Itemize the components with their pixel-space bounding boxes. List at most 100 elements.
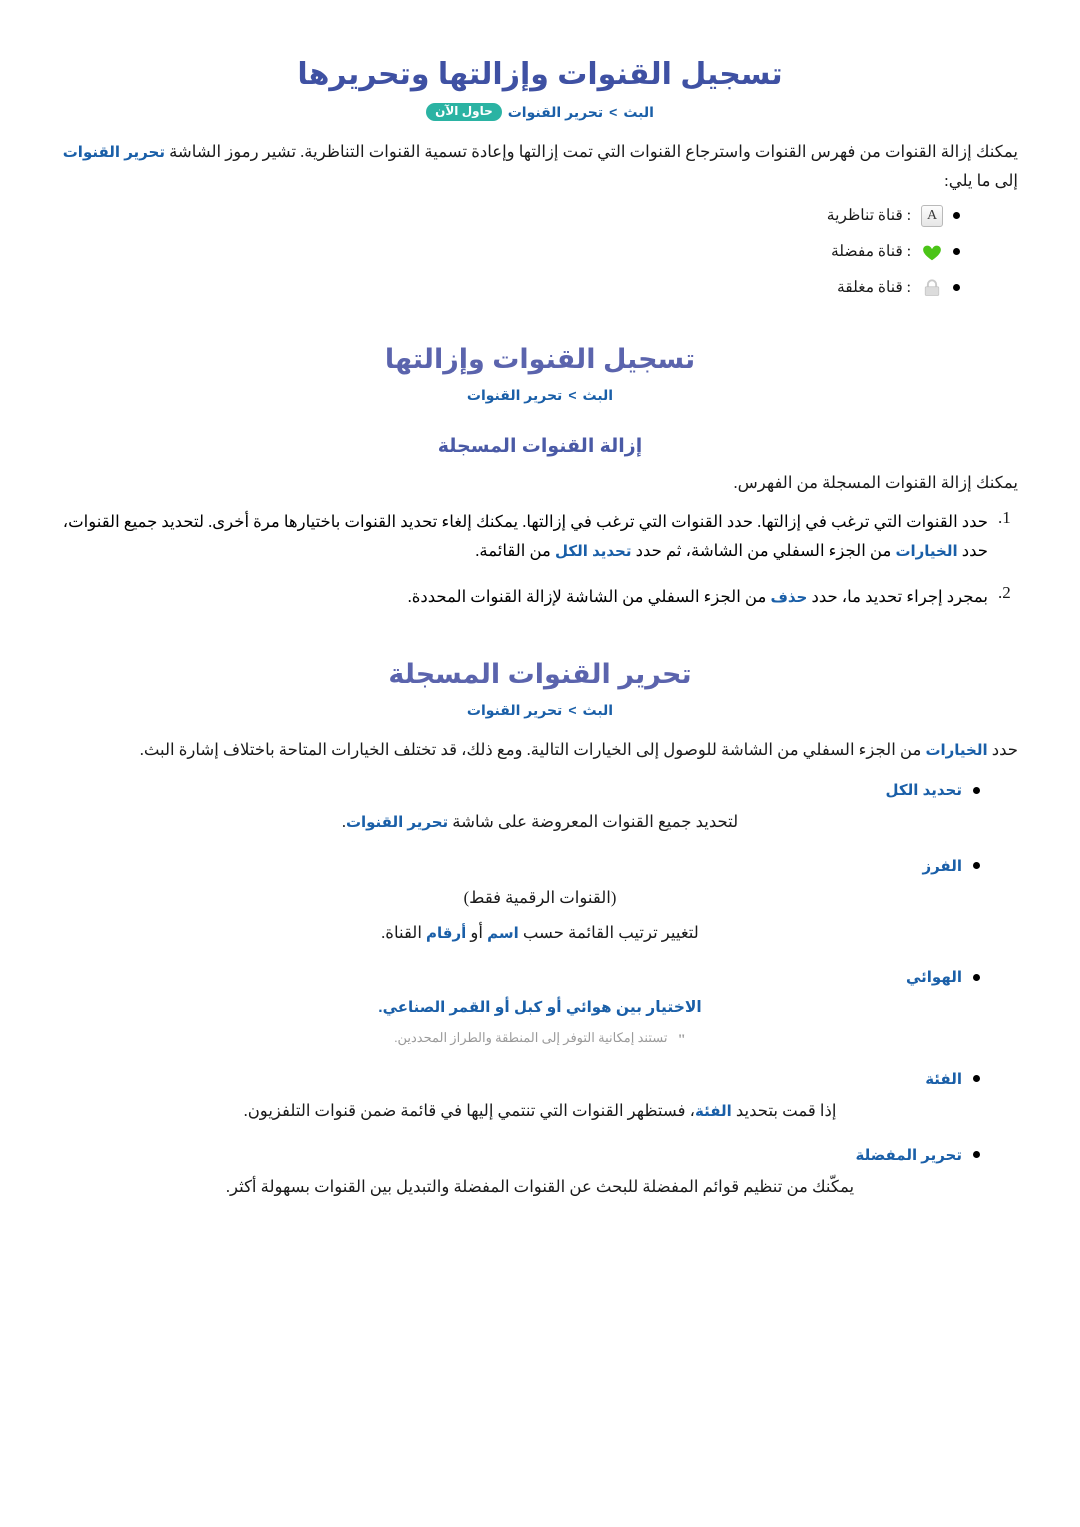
option-antenna[interactable]: الهوائي — [62, 968, 1018, 986]
step1-options-link[interactable]: الخيارات — [895, 543, 957, 560]
option-desc-a: إذا قمت بتحديد — [735, 1100, 837, 1120]
list-item: : قناة مفضلة — [62, 241, 1018, 263]
breadcrumb-root[interactable]: البث — [623, 103, 654, 123]
option-desc-link-cable[interactable]: كبل — [514, 999, 542, 1016]
locked-channel-icon — [921, 277, 943, 299]
gap — [62, 405, 1018, 435]
try-now-badge[interactable]: حاول الآن — [426, 103, 502, 122]
breadcrumb-leaf[interactable]: تحرير القنوات — [508, 103, 603, 123]
breadcrumb-section3: البث > تحرير القنوات — [62, 701, 1018, 721]
section3-lead-a: حدد — [991, 740, 1018, 760]
section3-options-link[interactable]: الخيارات — [925, 742, 987, 759]
list-item: 1. حدد القنوات التي ترغب في إزالتها. حدد… — [62, 507, 1018, 566]
option-sort[interactable]: الفرز — [62, 857, 1018, 875]
favorite-channel-label: : قناة مفضلة — [830, 243, 911, 261]
option-label[interactable]: الفئة — [925, 1070, 962, 1088]
section1-intro-before: يمكنك إزالة القنوات من فهرس القنوات واست… — [169, 142, 1018, 162]
list-item: الفرز (القنوات الرقمية فقط) لتغيير ترتيب… — [62, 857, 1018, 948]
gap — [62, 122, 1018, 138]
gap — [62, 720, 1018, 736]
option-description: إذا قمت بتحديد الفئة، فستظهر القنوات الت… — [62, 1096, 1018, 1126]
quote-mark-icon: " — [677, 1031, 686, 1048]
section3-lead-paragraph: حدد الخيارات من الجزء السفلي من الشاشة ل… — [62, 736, 1018, 765]
bullet-dot-icon — [953, 248, 960, 256]
option-desc-mid1: أو — [546, 999, 562, 1017]
list-item: : قناة مغلقة — [62, 277, 1018, 299]
list-item: الهوائي الاختيار بين هوائي أو كبل أو الق… — [62, 968, 1018, 1052]
availability-footnote: " تستند إمكانية التوفر إلى المنطقة والطر… — [62, 1028, 1018, 1052]
step1-text-c: حدد — [635, 541, 662, 561]
step2-text-a: بمجرد إجراء تحديد ما، حدد — [811, 587, 988, 607]
option-desc-link-satellite[interactable]: القمر الصناعي — [383, 999, 491, 1016]
option-desc-link-antenna[interactable]: هوائي — [566, 999, 612, 1016]
remove-channels-steps: 1. حدد القنوات التي ترغب في إزالتها. حدد… — [62, 507, 1018, 612]
option-label[interactable]: الفرز — [922, 857, 962, 875]
option-desc-link-name[interactable]: اسم — [487, 925, 519, 942]
option-desc-link[interactable]: تحرير القنوات — [346, 814, 448, 831]
breadcrumb-separator-icon: > — [568, 386, 577, 403]
option-label[interactable]: تحرير المفضلة — [855, 1146, 962, 1164]
option-desc-link-numbers[interactable]: أرقام — [426, 925, 466, 942]
option-desc-a: لتغيير ترتيب القائمة حسب — [522, 923, 699, 943]
option-description: الاختيار بين هوائي أو كبل أو القمر الصنا… — [62, 994, 1018, 1022]
option-description: يمكّنك من تنظيم قوائم المفضلة للبحث عن ا… — [225, 1176, 855, 1196]
locked-channel-label: : قناة مغلقة — [836, 279, 911, 297]
step-number: 2. — [998, 583, 1011, 603]
section1-intro-link[interactable]: تحرير القنوات — [63, 144, 165, 161]
option-label[interactable]: الهوائي — [906, 968, 962, 986]
gap — [62, 460, 1018, 469]
step-body: بمجرد إجراء تحديد ما، حدد حذف من الجزء ا… — [62, 582, 988, 612]
section1-intro-paragraph: يمكنك إزالة القنوات من فهرس القنوات واست… — [62, 138, 1018, 196]
bullet-dot-icon — [973, 1075, 980, 1083]
option-label[interactable]: تحديد الكل — [886, 781, 962, 799]
bullet-dot-icon — [973, 973, 980, 981]
availability-footnote-text: تستند إمكانية التوفر إلى المنطقة والطراز… — [394, 1029, 668, 1045]
top-spacer — [62, 0, 1018, 56]
step2-text-b: من الجزء السفلي من الشاشة لإزالة القنوات… — [407, 587, 767, 607]
option-desc-a: لتحديد جميع القنوات المعروضة على شاشة — [452, 812, 739, 832]
gap — [62, 196, 1018, 205]
step-body: حدد القنوات التي ترغب في إزالتها. حدد ال… — [62, 507, 988, 566]
gap — [62, 498, 1018, 507]
section1-intro-after: إلى ما يلي: — [944, 170, 1018, 190]
step-number: 1. — [998, 507, 1011, 527]
option-edit-favorites[interactable]: تحرير المفضلة — [62, 1146, 1018, 1164]
step1-select-all-link[interactable]: تحديد الكل — [555, 543, 631, 560]
gap — [62, 313, 1018, 343]
step1-text-d: من القائمة. — [475, 541, 551, 561]
breadcrumb-leaf[interactable]: تحرير القنوات — [467, 386, 562, 406]
list-item: 2. بمجرد إجراء تحديد ما، حدد حذف من الجز… — [62, 582, 1018, 612]
bullet-dot-icon — [973, 1151, 980, 1159]
gap — [62, 377, 1018, 386]
subsection-title-remove-channels: إزالة القنوات المسجلة — [437, 436, 643, 458]
analog-channel-icon: A — [921, 204, 943, 227]
option-description: لتحديد جميع القنوات المعروضة على شاشة تح… — [62, 807, 1018, 837]
option-desc-mid2: أو — [494, 999, 510, 1017]
option-category[interactable]: الفئة — [62, 1070, 1018, 1088]
gap — [62, 628, 1018, 658]
gap — [62, 692, 1018, 701]
step2-delete-link[interactable]: حذف — [770, 589, 807, 606]
channel-icon-legend-list: A : قناة تناظرية : قناة مفضلة : قناة مغل… — [62, 204, 1018, 299]
breadcrumb-leaf[interactable]: تحرير القنوات — [467, 701, 562, 721]
list-item: A : قناة تناظرية — [62, 204, 1018, 227]
list-item: تحديد الكل لتحديد جميع القنوات المعروضة … — [62, 781, 1018, 837]
option-desc-link-category[interactable]: الفئة — [695, 1103, 732, 1120]
list-item: الفئة إذا قمت بتحديد الفئة، فستظهر القنو… — [62, 1070, 1018, 1126]
favorite-channel-icon — [921, 241, 943, 263]
list-item: تحرير المفضلة يمكّنك من تنظيم قوائم المف… — [62, 1146, 1018, 1202]
analog-channel-label: : قناة تناظرية — [826, 207, 911, 225]
bullet-dot-icon — [953, 212, 960, 220]
breadcrumb-root[interactable]: البث — [583, 701, 614, 721]
option-description: لتغيير ترتيب القائمة حسب اسم أو أرقام ال… — [62, 918, 1018, 948]
option-select-all[interactable]: تحديد الكل — [62, 781, 1018, 799]
gap — [62, 94, 1018, 103]
breadcrumb-section2: البث > تحرير القنوات — [62, 386, 1018, 406]
option-desc-a: الاختيار بين — [615, 999, 702, 1017]
breadcrumb-root[interactable]: البث — [583, 386, 614, 406]
option-desc-b: ، فستظهر القنوات التي تنتمي إليها في قائ… — [243, 1100, 695, 1120]
breadcrumb-separator-icon: > — [609, 103, 618, 120]
bullet-dot-icon — [953, 284, 960, 292]
option-availability-note: (القنوات الرقمية فقط) — [463, 887, 617, 907]
bullet-dot-icon — [973, 786, 980, 794]
